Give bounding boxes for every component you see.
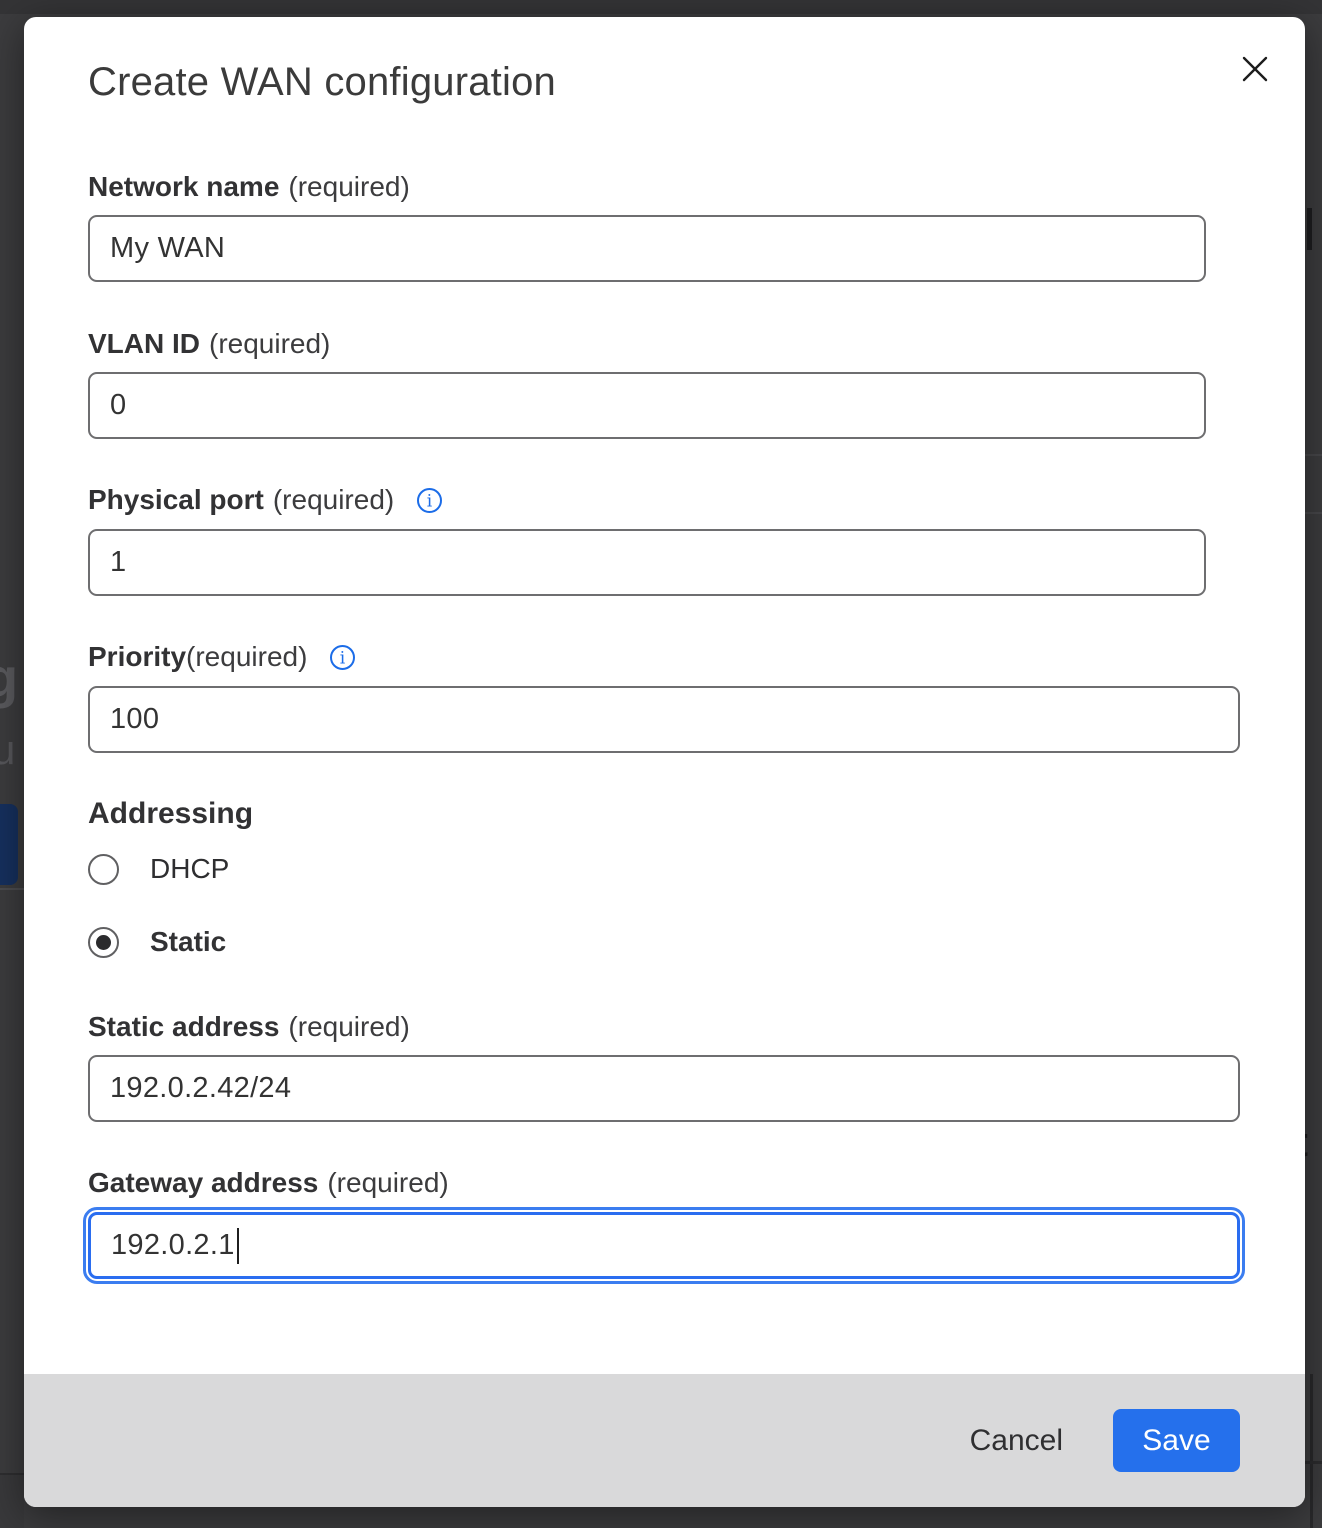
- info-icon[interactable]: i: [329, 642, 356, 682]
- radio-unselected-icon: [88, 854, 119, 885]
- radio-option-dhcp[interactable]: DHCP: [88, 853, 229, 885]
- close-icon: [1240, 54, 1270, 87]
- background-fragment: u: [0, 726, 15, 774]
- radio-label: DHCP: [150, 853, 229, 885]
- cancel-button[interactable]: Cancel: [970, 1424, 1063, 1458]
- radio-label: Static: [150, 926, 226, 958]
- gateway-address-label: Gateway address(required): [88, 1163, 449, 1203]
- info-icon[interactable]: i: [416, 485, 443, 525]
- svg-text:i: i: [427, 492, 433, 512]
- vlan-id-input[interactable]: 0: [88, 372, 1206, 439]
- background-divider: [1310, 1374, 1313, 1528]
- static-address-value: 192.0.2.42/24: [110, 1072, 291, 1105]
- background-divider: [1305, 454, 1322, 456]
- static-address-label: Static address(required): [88, 1007, 410, 1047]
- priority-value: 100: [110, 703, 159, 736]
- background-top-strip: [0, 0, 1322, 14]
- physical-port-label: Physical port(required)i: [88, 480, 443, 525]
- save-button[interactable]: Save: [1113, 1409, 1240, 1472]
- background-fragment: g: [0, 645, 18, 710]
- close-button[interactable]: [1234, 49, 1276, 91]
- gateway-address-input[interactable]: 192.0.2.1: [88, 1212, 1240, 1279]
- background-divider: [0, 888, 24, 890]
- gateway-address-value: 192.0.2.1: [111, 1229, 235, 1262]
- network-name-label: Network name(required): [88, 167, 410, 207]
- physical-port-value: 1: [110, 546, 126, 579]
- create-wan-configuration-dialog: Create WAN configuration Network name(re…: [24, 17, 1305, 1507]
- background-divider: [1305, 1461, 1322, 1464]
- dialog-title: Create WAN configuration: [88, 57, 556, 107]
- svg-text:i: i: [340, 649, 346, 669]
- dialog-footer: Cancel Save: [24, 1374, 1305, 1507]
- network-name-input[interactable]: My WAN: [88, 215, 1206, 282]
- background-button-fragment: [0, 804, 18, 885]
- background-fragment: [1307, 208, 1312, 250]
- vlan-id-label: VLAN ID(required): [88, 324, 330, 364]
- radio-selected-icon: [88, 927, 119, 958]
- priority-input[interactable]: 100: [88, 686, 1240, 753]
- background-divider: [1305, 512, 1322, 514]
- radio-option-static[interactable]: Static: [88, 926, 226, 958]
- static-address-input[interactable]: 192.0.2.42/24: [88, 1055, 1240, 1122]
- addressing-heading: Addressing: [88, 794, 253, 834]
- physical-port-input[interactable]: 1: [88, 529, 1206, 596]
- background-fragment: [0, 1473, 24, 1528]
- priority-label: Priority(required)i: [88, 637, 356, 682]
- vlan-id-value: 0: [110, 389, 126, 422]
- network-name-value: My WAN: [110, 232, 225, 265]
- text-cursor: [237, 1228, 239, 1264]
